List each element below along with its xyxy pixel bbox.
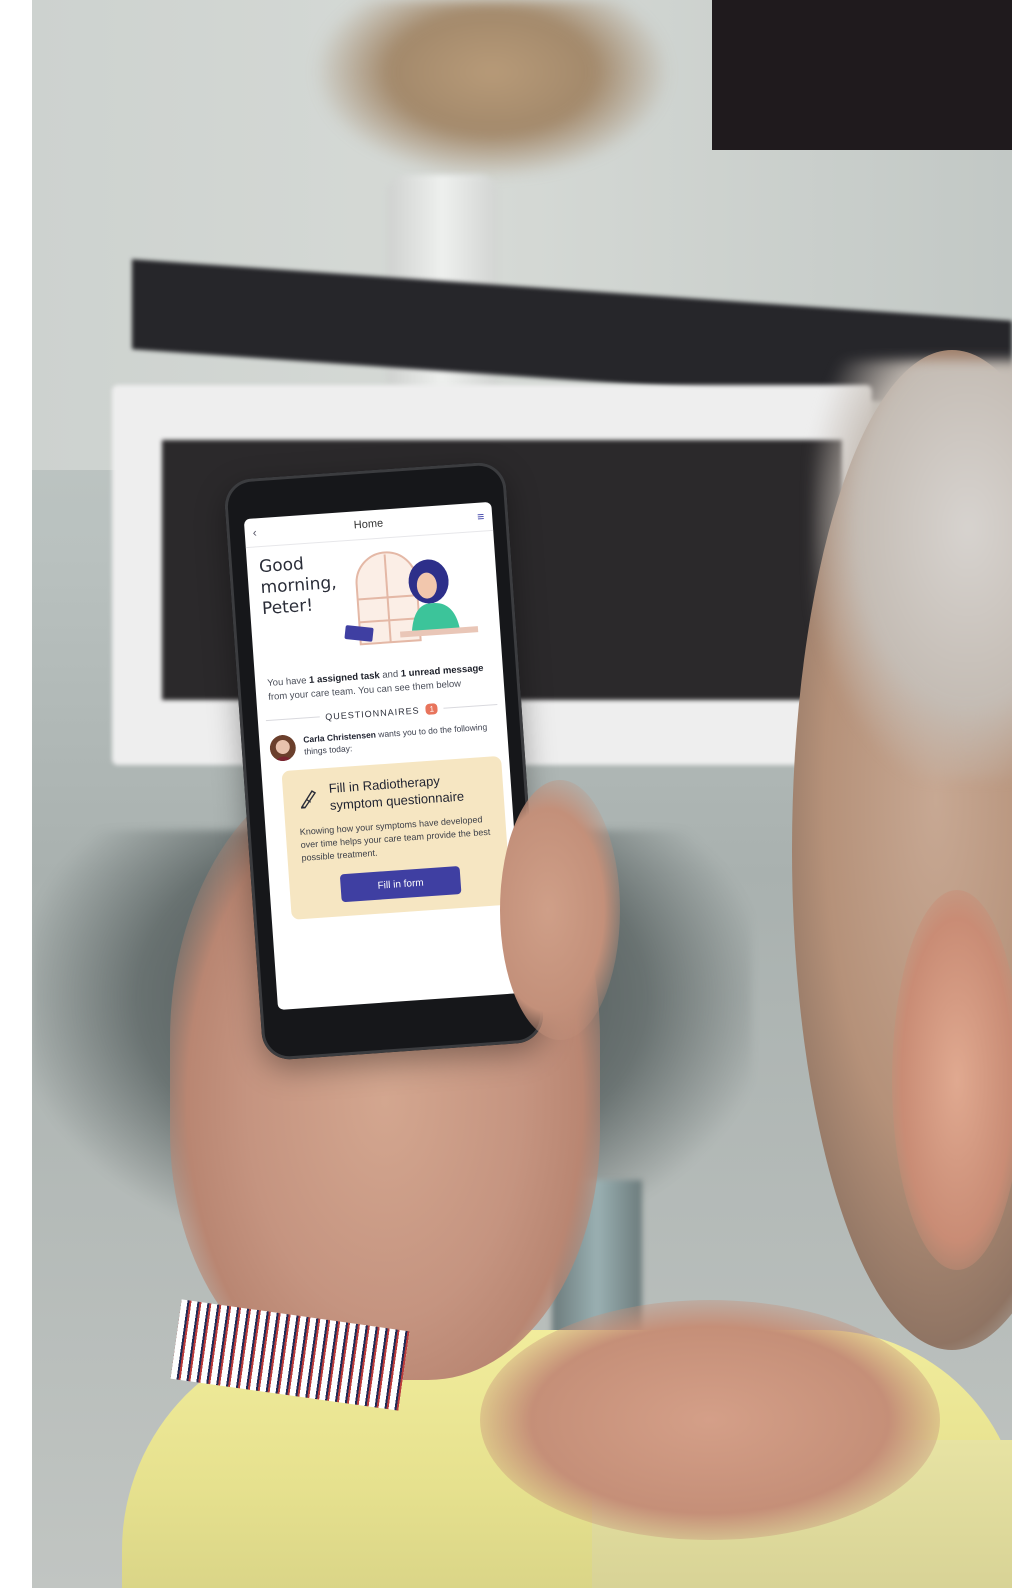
questionnaires-heading: QUESTIONNAIRES	[324, 704, 420, 722]
smartphone: ‹ Home ≡ Good morning, Peter! You have 1…	[223, 460, 545, 1062]
task-card[interactable]: Fill in Radiotherapy symptom questionnai…	[281, 755, 512, 920]
summary-prefix: You have	[266, 675, 310, 689]
summary-middle: and	[379, 668, 402, 682]
task-title: Fill in Radiotherapy symptom questionnai…	[328, 773, 465, 813]
divider	[265, 716, 320, 722]
television	[712, 0, 1012, 150]
chevron-left-icon[interactable]: ‹	[252, 525, 267, 539]
hero-section: Good morning, Peter!	[246, 531, 502, 674]
fill-in-form-button[interactable]: Fill in form	[339, 865, 462, 903]
task-card-header: Fill in Radiotherapy symptom questionnai…	[296, 769, 492, 816]
person-ear	[892, 890, 1012, 1270]
hamburger-menu-icon[interactable]: ≡	[470, 509, 485, 524]
right-hand	[480, 1300, 940, 1540]
care-team-illustration	[344, 551, 479, 646]
divider	[443, 703, 498, 709]
greeting: Good morning, Peter!	[258, 552, 338, 620]
summary-messages: 1 unread message	[400, 662, 484, 680]
dried-plant	[312, 0, 672, 180]
left-margin	[0, 0, 32, 1588]
thumb	[500, 780, 620, 1040]
page-title: Home	[353, 517, 384, 532]
summary-tasks: 1 assigned task	[308, 670, 381, 687]
count-badge: 1	[425, 703, 439, 715]
assigner-text: Carla Christensen wants you to do the fo…	[303, 720, 500, 758]
person-hair	[812, 360, 1012, 780]
pen-icon	[300, 790, 317, 809]
assigner-name: Carla Christensen	[302, 729, 377, 745]
greeting-line-3: Peter!	[261, 595, 314, 620]
avatar	[269, 735, 296, 762]
task-description: Knowing how your symptoms have developed…	[299, 814, 491, 863]
phone-screen: ‹ Home ≡ Good morning, Peter! You have 1…	[243, 501, 526, 1010]
photo-scene: ‹ Home ≡ Good morning, Peter! You have 1…	[0, 0, 1012, 1588]
